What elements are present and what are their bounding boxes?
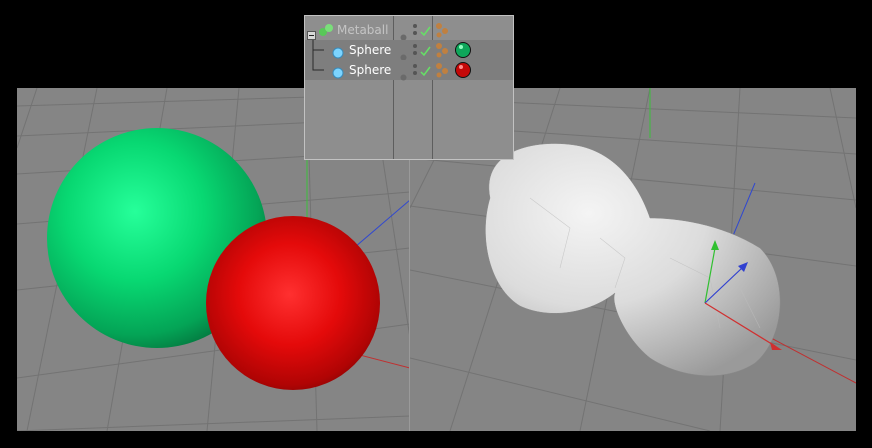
visibility-dots-icon[interactable]: [412, 42, 418, 61]
metaball-icon: [318, 22, 334, 42]
object-row-metaball[interactable]: Metaball: [305, 20, 513, 42]
object-name[interactable]: Sphere: [349, 43, 391, 57]
enabled-check-icon[interactable]: [420, 42, 431, 61]
tag-icon[interactable]: [435, 22, 451, 42]
material-tag-red-icon[interactable]: [454, 61, 472, 83]
object-row-sphere-green[interactable]: Sphere: [305, 40, 513, 62]
visibility-dots-icon[interactable]: [412, 22, 418, 41]
editor-visibility-dot[interactable]: [400, 66, 407, 85]
tree-connector: [311, 50, 325, 75]
sphere-icon: [332, 64, 344, 83]
object-manager-panel[interactable]: Metaball Sphere Sphere: [304, 15, 514, 160]
visibility-dots-icon[interactable]: [412, 62, 418, 81]
enabled-check-icon[interactable]: [420, 22, 431, 41]
object-name[interactable]: Sphere: [349, 63, 391, 77]
red-sphere[interactable]: [206, 216, 380, 390]
tag-icon[interactable]: [435, 42, 451, 62]
object-row-sphere-red[interactable]: Sphere: [305, 50, 513, 83]
object-name[interactable]: Metaball: [337, 23, 388, 37]
enabled-check-icon[interactable]: [420, 62, 431, 81]
tag-icon[interactable]: [435, 62, 451, 82]
